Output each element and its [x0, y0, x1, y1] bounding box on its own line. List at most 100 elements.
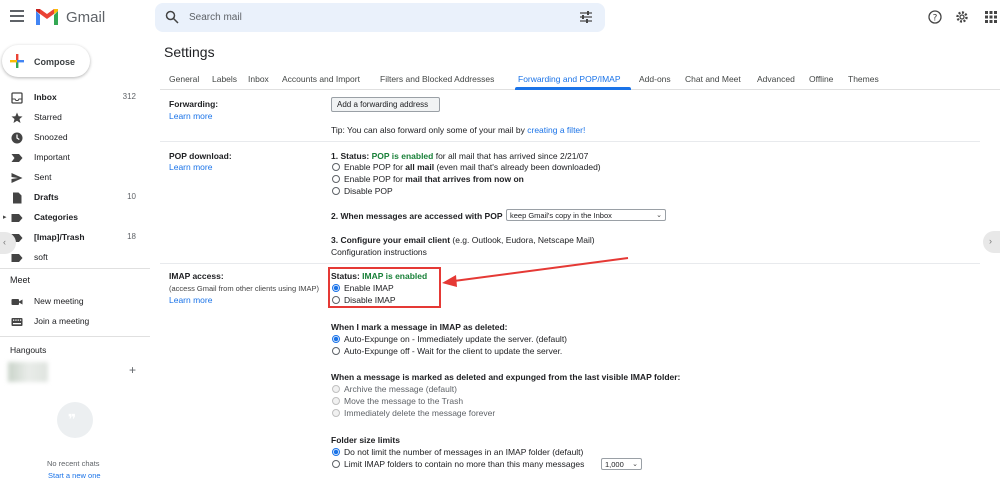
limit-radio[interactable]: [332, 460, 340, 468]
enable-imap-label[interactable]: Enable IMAP: [344, 283, 394, 293]
pop-action-value: keep Gmail's copy in the Inbox: [510, 211, 612, 220]
imap-access-subtext: (access Gmail from other clients using I…: [169, 284, 320, 293]
sidebar-item-inbox[interactable]: Inbox 312: [0, 89, 145, 107]
sidebar-item-label: Sent: [34, 172, 52, 182]
expand-arrow-icon[interactable]: ▸: [3, 213, 7, 221]
tab-forwarding-pop-imap[interactable]: Forwarding and POP/IMAP: [518, 74, 621, 84]
gmail-logo-icon[interactable]: [34, 7, 60, 27]
keyboard-icon: [11, 318, 23, 326]
imap-learn-more-link[interactable]: Learn more: [169, 295, 212, 305]
move-trash-label[interactable]: Move the message to the Trash: [344, 396, 463, 406]
add-chat-icon[interactable]: +: [129, 363, 136, 377]
sidebar-divider: [0, 268, 150, 269]
inbox-icon: [11, 92, 23, 104]
search-icon[interactable]: [165, 10, 179, 24]
pop-all-mail-radio[interactable]: [332, 163, 340, 171]
limit-count-select[interactable]: 1,000 ⌄: [601, 458, 642, 470]
active-tab-indicator: [515, 87, 631, 90]
auto-expunge-on-radio[interactable]: [332, 335, 340, 343]
tab-add-ons[interactable]: Add-ons: [639, 74, 671, 84]
sidebar-divider: [0, 336, 150, 337]
forwarding-learn-more-link[interactable]: Learn more: [169, 111, 212, 121]
help-icon[interactable]: ?: [928, 10, 942, 24]
pop-from-now-label[interactable]: Enable POP for mail that arrives from no…: [344, 174, 524, 184]
join-meeting-link[interactable]: Join a meeting: [0, 313, 145, 331]
start-new-chat-link[interactable]: Start a new one: [48, 471, 101, 480]
imap-access-label: IMAP access:: [169, 271, 224, 281]
sidebar-item-imap-trash[interactable]: [Imap]/Trash 18: [0, 229, 145, 247]
tab-themes[interactable]: Themes: [848, 74, 879, 84]
forwarding-tip: Tip: You can also forward only some of y…: [331, 125, 585, 135]
search-placeholder[interactable]: Search mail: [189, 12, 242, 23]
draft-icon: [13, 192, 22, 204]
scroll-right-button[interactable]: ›: [983, 231, 1000, 253]
sidebar-item-soft[interactable]: soft: [0, 249, 145, 267]
quote-icon: ❞: [68, 411, 77, 427]
auto-expunge-off-label[interactable]: Auto-Expunge off - Wait for the client t…: [344, 346, 562, 356]
sidebar-item-drafts[interactable]: Drafts 10: [0, 189, 145, 207]
tab-labels[interactable]: Labels: [212, 74, 237, 84]
archive-label[interactable]: Archive the message (default): [344, 384, 457, 394]
compose-label[interactable]: Compose: [34, 57, 75, 67]
sidebar-item-label: Drafts: [34, 192, 59, 202]
annotation-arrow-icon: [442, 257, 629, 287]
apps-grid-icon[interactable]: [985, 11, 997, 23]
tab-advanced[interactable]: Advanced: [757, 74, 795, 84]
sidebar-item-categories[interactable]: ▸ Categories: [0, 209, 145, 227]
sidebar-item-count: 10: [127, 192, 136, 201]
pop-download-label: POP download:: [169, 151, 232, 161]
sidebar-item-label: Inbox: [34, 92, 57, 102]
disable-imap-radio[interactable]: [332, 296, 340, 304]
sidebar-item-snoozed[interactable]: Snoozed: [0, 129, 145, 147]
pop-disable-label[interactable]: Disable POP: [344, 186, 393, 196]
pop-status-suffix: for all mail that has arrived since 2/21…: [433, 151, 589, 161]
no-limit-radio[interactable]: [332, 448, 340, 456]
pop-all-mail-label[interactable]: Enable POP for all mail (even mail that'…: [344, 162, 601, 172]
no-limit-label[interactable]: Do not limit the number of messages in a…: [344, 447, 583, 457]
enable-imap-radio[interactable]: [332, 284, 340, 292]
compose-plus-icon[interactable]: [10, 54, 24, 68]
configuration-instructions-link[interactable]: Configuration instructions: [331, 247, 427, 257]
pop-access-question: 2. When messages are accessed with POP: [331, 211, 503, 221]
pop-disable-radio[interactable]: [332, 187, 340, 195]
tab-inbox[interactable]: Inbox: [248, 74, 269, 84]
gear-icon[interactable]: [955, 10, 969, 24]
delete-forever-label[interactable]: Immediately delete the message forever: [344, 408, 495, 418]
sidebar-item-sent[interactable]: Sent: [0, 169, 145, 187]
pop-action-select[interactable]: keep Gmail's copy in the Inbox ⌄: [506, 209, 666, 221]
pop-status: 1. Status: POP is enabled for all mail t…: [331, 151, 588, 161]
sidebar-item-starred[interactable]: Starred: [0, 109, 145, 127]
tab-filters[interactable]: Filters and Blocked Addresses: [380, 74, 494, 84]
sidebar-item-label: Snoozed: [34, 132, 68, 142]
pop-from-now-radio[interactable]: [332, 175, 340, 183]
new-meeting-link[interactable]: New meeting: [0, 293, 145, 311]
create-filter-link[interactable]: creating a filter!: [527, 125, 585, 135]
no-recent-chats-text: No recent chats: [47, 459, 100, 468]
hangouts-section-title: Hangouts: [10, 345, 47, 355]
disable-imap-label[interactable]: Disable IMAP: [344, 295, 396, 305]
tab-accounts-import[interactable]: Accounts and Import: [282, 74, 360, 84]
folder-size-title: Folder size limits: [331, 435, 400, 445]
archive-radio[interactable]: [332, 385, 340, 393]
pop-learn-more-link[interactable]: Learn more: [169, 162, 212, 172]
auto-expunge-on-label[interactable]: Auto-Expunge on - Immediately update the…: [344, 334, 567, 344]
chat-bubble-icon: ❞: [57, 402, 93, 438]
search-options-icon[interactable]: [580, 11, 592, 23]
tab-chat-meet[interactable]: Chat and Meet: [685, 74, 741, 84]
star-icon: [11, 112, 23, 123]
main-menu-icon[interactable]: [10, 10, 24, 22]
new-meeting-label: New meeting: [34, 296, 84, 306]
limit-label[interactable]: Limit IMAP folders to contain no more th…: [344, 459, 584, 469]
chevron-down-icon: ⌄: [656, 212, 662, 219]
join-meeting-label: Join a meeting: [34, 316, 90, 326]
add-forwarding-address-button[interactable]: Add a forwarding address: [331, 97, 440, 112]
sidebar-item-label: Important: [34, 152, 70, 162]
chevron-right-icon: ›: [989, 236, 992, 246]
move-trash-radio[interactable]: [332, 397, 340, 405]
tab-offline[interactable]: Offline: [809, 74, 833, 84]
delete-forever-radio[interactable]: [332, 409, 340, 417]
auto-expunge-off-radio[interactable]: [332, 347, 340, 355]
avatar[interactable]: [8, 362, 48, 382]
sidebar-item-important[interactable]: Important: [0, 149, 145, 167]
tab-general[interactable]: General: [169, 74, 199, 84]
